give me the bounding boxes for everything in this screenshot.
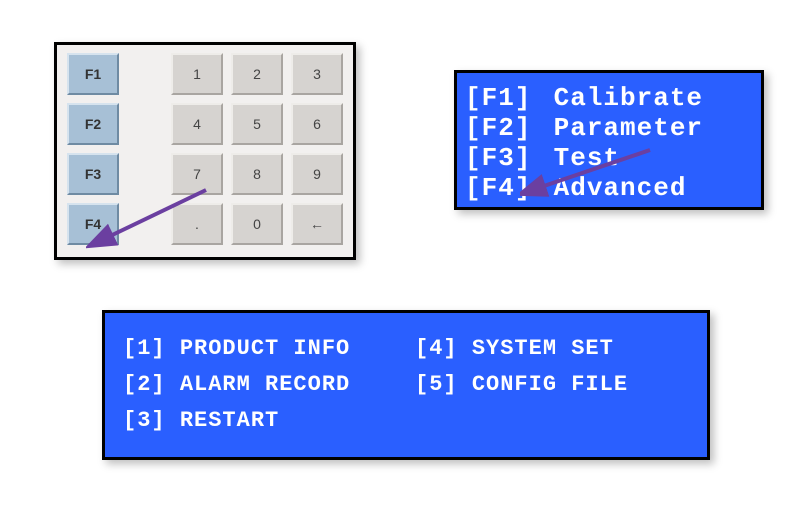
menu-item-advanced[interactable]: [F4] Advanced [465,173,753,203]
num-7-key[interactable]: 7 [171,153,223,195]
menu-tag: [F3] [465,143,537,173]
adv-tag: [3] [123,408,166,433]
advanced-menu: [1] PRODUCT INFO [4] SYSTEM SET [2] ALAR… [102,310,710,460]
adv-label: RESTART [180,408,279,433]
menu-label: Test [554,143,620,173]
num-6-key[interactable]: 6 [291,103,343,145]
adv-tag: [1] [123,336,166,361]
menu-label: Advanced [554,173,687,203]
menu-item-test[interactable]: [F3] Test [465,143,753,173]
menu-item-parameter[interactable]: [F2] Parameter [465,113,753,143]
adv-item-alarm-record[interactable]: [2] ALARM RECORD [123,367,397,403]
menu-tag: [F1] [465,83,537,113]
menu-tag: [F4] [465,173,537,203]
numeric-keypad: 1 2 3 4 5 6 7 8 9 . 0 ← [171,53,343,249]
adv-label: PRODUCT INFO [180,336,350,361]
keypad-panel: F1 F2 F3 F4 1 2 3 4 5 6 7 8 9 . 0 ← [54,42,356,260]
menu-item-calibrate[interactable]: [F1] Calibrate [465,83,753,113]
adv-item-restart[interactable]: [3] RESTART [123,403,397,439]
num-2-key[interactable]: 2 [231,53,283,95]
num-9-key[interactable]: 9 [291,153,343,195]
f1-key[interactable]: F1 [67,53,119,95]
adv-label: ALARM RECORD [180,372,350,397]
f4-key[interactable]: F4 [67,203,119,245]
num-4-key[interactable]: 4 [171,103,223,145]
num-3-key[interactable]: 3 [291,53,343,95]
f3-key[interactable]: F3 [67,153,119,195]
adv-label: CONFIG FILE [472,372,628,397]
adv-item-system-set[interactable]: [4] SYSTEM SET [415,331,689,367]
function-key-column: F1 F2 F3 F4 [67,53,119,249]
lcd-function-menu: [F1] Calibrate [F2] Parameter [F3] Test … [454,70,764,210]
adv-item-config-file[interactable]: [5] CONFIG FILE [415,367,689,403]
menu-label: Calibrate [554,83,703,113]
backspace-key[interactable]: ← [291,203,343,245]
menu-tag: [F2] [465,113,537,143]
num-1-key[interactable]: 1 [171,53,223,95]
num-8-key[interactable]: 8 [231,153,283,195]
adv-item-product-info[interactable]: [1] PRODUCT INFO [123,331,397,367]
dot-key[interactable]: . [171,203,223,245]
f2-key[interactable]: F2 [67,103,119,145]
num-0-key[interactable]: 0 [231,203,283,245]
adv-tag: [2] [123,372,166,397]
adv-item-empty [415,403,689,439]
num-5-key[interactable]: 5 [231,103,283,145]
adv-label: SYSTEM SET [472,336,614,361]
menu-label: Parameter [554,113,703,143]
adv-tag: [5] [415,372,458,397]
adv-tag: [4] [415,336,458,361]
